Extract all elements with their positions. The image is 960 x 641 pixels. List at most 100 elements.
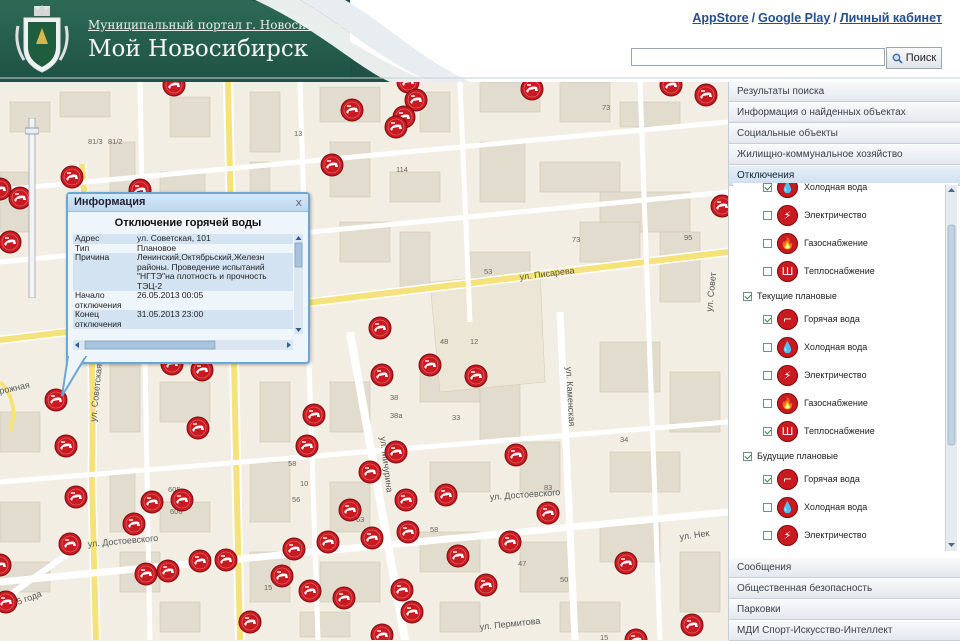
outage-marker-icon[interactable] [122, 512, 146, 536]
outage-marker-icon[interactable] [298, 579, 322, 603]
outage-marker-icon[interactable] [156, 559, 180, 583]
outage-marker-icon[interactable] [680, 613, 704, 637]
outage-marker-icon[interactable] [60, 165, 84, 189]
layer-checkbox[interactable] [763, 475, 772, 484]
outage-marker-icon[interactable] [64, 485, 88, 509]
outage-marker-icon[interactable] [710, 194, 728, 218]
outage-marker-icon[interactable] [282, 537, 306, 561]
outage-marker-icon[interactable] [186, 416, 210, 440]
lightning-icon: ⚡ [777, 365, 798, 386]
outage-marker-icon[interactable] [400, 600, 424, 624]
accordion-parking[interactable]: Парковки [729, 600, 960, 620]
popup-vertical-scrollbar[interactable] [294, 234, 303, 334]
outage-marker-icon[interactable] [434, 483, 458, 507]
outage-marker-icon[interactable] [624, 628, 648, 640]
group-checkbox[interactable] [743, 292, 752, 301]
layer-checkbox[interactable] [763, 239, 772, 248]
outage-marker-icon[interactable] [140, 490, 164, 514]
outage-marker-icon[interactable] [58, 532, 82, 556]
outage-marker-icon[interactable] [536, 501, 560, 525]
map-block [259, 381, 291, 443]
outage-marker-icon[interactable] [384, 440, 408, 464]
accordion-social-objects[interactable]: Социальные объекты [729, 124, 960, 144]
appstore-link[interactable]: AppStore [692, 11, 748, 25]
accordion-messages[interactable]: Сообщения [729, 558, 960, 578]
outage-marker-icon[interactable] [370, 363, 394, 387]
outage-marker-icon[interactable] [520, 82, 544, 101]
accordion-mdi-sport-art-intellect[interactable]: МДИ Спорт-Искусство-Интеллект [729, 621, 960, 641]
outage-marker-icon[interactable] [464, 364, 488, 388]
layer-list-scrollbar[interactable] [945, 185, 957, 551]
outage-marker-icon[interactable] [384, 115, 408, 139]
building-number: 38 [390, 393, 398, 402]
accordion-housing-utilities[interactable]: Жилищно-коммунальное хозяйство [729, 145, 960, 165]
outage-marker-icon[interactable] [370, 623, 394, 640]
accordion-public-safety[interactable]: Общественная безопасность [729, 579, 960, 599]
outage-marker-icon[interactable] [162, 82, 186, 97]
outage-marker-icon[interactable] [316, 530, 340, 554]
outage-marker-icon[interactable] [474, 573, 498, 597]
popup-row: Причина Ленинский,Октябрьский,Железн райо… [73, 252, 293, 291]
popup-horizontal-scrollbar[interactable] [73, 340, 293, 350]
personal-cabinet-link[interactable]: Личный кабинет [840, 11, 942, 25]
outage-marker-icon[interactable] [694, 83, 718, 107]
outage-marker-icon[interactable] [498, 530, 522, 554]
search-button[interactable]: Поиск [886, 47, 942, 69]
popup-details: Адрес ул. Советская, 101 Тип Плановое Прич… [73, 234, 293, 334]
layer-label: Газоснабжение [804, 238, 868, 248]
outage-marker-icon[interactable] [295, 434, 319, 458]
portal-title[interactable]: Мой Новосибирск [88, 36, 308, 62]
outage-marker-icon[interactable] [390, 578, 414, 602]
outage-marker-icon[interactable] [446, 544, 470, 568]
map-block [0, 501, 41, 543]
outage-marker-icon[interactable] [170, 488, 194, 512]
zoom-slider[interactable] [25, 118, 39, 298]
layer-checkbox[interactable] [763, 315, 772, 324]
close-icon[interactable]: x [295, 196, 302, 209]
layer-checkbox[interactable] [763, 211, 772, 220]
outage-marker-icon[interactable] [504, 443, 528, 467]
outage-marker-icon[interactable] [358, 460, 382, 484]
street-label: ул. Нек [679, 528, 710, 542]
accordion-search-results[interactable]: Результаты поиска [729, 82, 960, 102]
outage-marker-icon[interactable] [394, 488, 418, 512]
layer-checkbox[interactable] [763, 427, 772, 436]
outage-marker-icon[interactable] [270, 564, 294, 588]
outage-marker-icon[interactable] [368, 316, 392, 340]
portal-subtitle[interactable]: Муниципальный портал г. Новосибирска [88, 18, 350, 32]
water-drop-icon: 💧 [777, 183, 798, 198]
layer-checkbox[interactable] [763, 371, 772, 380]
layer-checkbox[interactable] [763, 183, 772, 192]
outage-marker-icon[interactable] [614, 551, 638, 575]
outage-marker-icon[interactable] [188, 549, 212, 573]
outage-marker-icon[interactable] [214, 548, 238, 572]
outage-marker-icon[interactable] [332, 586, 356, 610]
group-checkbox[interactable] [743, 452, 752, 461]
layer-checkbox[interactable] [763, 343, 772, 352]
search-input[interactable] [631, 48, 885, 66]
outage-marker-icon[interactable] [418, 353, 442, 377]
street-label: рожная [0, 380, 31, 396]
outage-marker-icon[interactable] [338, 498, 362, 522]
layer-checkbox[interactable] [763, 399, 772, 408]
outage-marker-icon[interactable] [340, 98, 364, 122]
building-number: 33 [452, 413, 460, 422]
street-label: ул. Совет [704, 272, 718, 312]
outage-marker-icon[interactable] [659, 82, 683, 97]
outage-marker-icon[interactable] [54, 434, 78, 458]
accordion-found-objects-info[interactable]: Информация о найденных объектах [729, 103, 960, 123]
outage-marker-icon[interactable] [0, 230, 22, 254]
outage-marker-icon[interactable] [302, 403, 326, 427]
layer-checkbox[interactable] [763, 531, 772, 540]
outage-marker-icon[interactable] [134, 562, 158, 586]
outage-marker-icon[interactable] [396, 520, 420, 544]
google-play-link[interactable]: Google Play [758, 11, 830, 25]
layer-checkbox[interactable] [763, 267, 772, 276]
outage-marker-icon[interactable] [0, 590, 18, 614]
outage-marker-icon[interactable] [238, 610, 262, 634]
building-number: 38а [390, 411, 403, 420]
popup-pointer [61, 356, 88, 397]
outage-marker-icon[interactable] [360, 526, 384, 550]
layer-checkbox[interactable] [763, 503, 772, 512]
outage-marker-icon[interactable] [320, 153, 344, 177]
